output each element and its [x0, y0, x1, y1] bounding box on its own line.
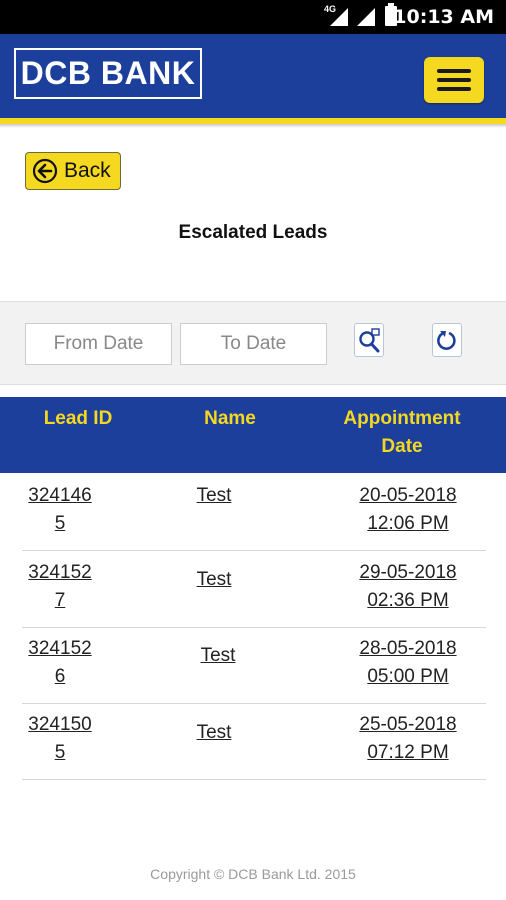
col-lead-id: Lead ID — [43, 408, 113, 429]
from-date-field[interactable] — [25, 323, 172, 365]
back-button[interactable]: Back — [25, 152, 121, 190]
refresh-icon — [437, 331, 456, 350]
lead-name-link[interactable]: Test — [186, 642, 250, 670]
appointment-date-link[interactable]: 29-05-2018 02:36 PM — [352, 559, 464, 615]
back-button-label: Back — [64, 159, 111, 182]
reset-button[interactable] — [432, 323, 462, 357]
lead-name-link[interactable]: Test — [182, 719, 246, 747]
search-calendar-icon — [359, 328, 380, 353]
table-row: 324152 7 Test 29-05-2018 02:36 PM — [22, 551, 486, 628]
table-row: 324152 6 Test 28-05-2018 05:00 PM — [22, 627, 486, 704]
search-button[interactable] — [354, 323, 384, 357]
date-filter-bar — [0, 301, 506, 385]
lead-name-link[interactable]: Test — [182, 566, 246, 594]
page-title: Escalated Leads — [178, 222, 328, 243]
copyright-footer: Copyright © DCB Bank Ltd. 2015 — [150, 866, 356, 882]
lead-id-link[interactable]: 324152 7 — [22, 559, 98, 615]
lead-id-link[interactable]: 324150 5 — [22, 711, 98, 767]
menu-button[interactable] — [424, 57, 484, 103]
to-date-field[interactable] — [180, 323, 327, 365]
col-name: Name — [204, 408, 256, 429]
signal-icon-2 — [357, 8, 375, 26]
table-header: Lead ID Name Appointment Date — [0, 397, 506, 473]
appointment-date-link[interactable]: 25-05-2018 07:12 PM — [352, 711, 464, 767]
table-row: 324146 5 Test 20-05-2018 12:06 PM — [22, 474, 486, 551]
arrow-left-circle-icon — [32, 158, 58, 184]
appointment-date-link[interactable]: 20-05-2018 12:06 PM — [352, 482, 464, 538]
table-row: 324150 5 Test 25-05-2018 07:12 PM — [22, 703, 486, 780]
header-shadow — [0, 124, 506, 128]
signal-icon — [330, 8, 348, 26]
status-time: 10:13 AM — [393, 6, 494, 28]
lead-id-link[interactable]: 324152 6 — [22, 635, 98, 691]
status-bar: 4G 10:13 AM — [0, 0, 506, 34]
appointment-date-link[interactable]: 28-05-2018 05:00 PM — [352, 635, 464, 691]
bank-logo: DCB BANK — [14, 48, 202, 99]
lead-id-link[interactable]: 324146 5 — [22, 482, 98, 538]
lead-name-link[interactable]: Test — [182, 482, 246, 510]
col-appointment-date: Appointment Date — [343, 408, 461, 457]
